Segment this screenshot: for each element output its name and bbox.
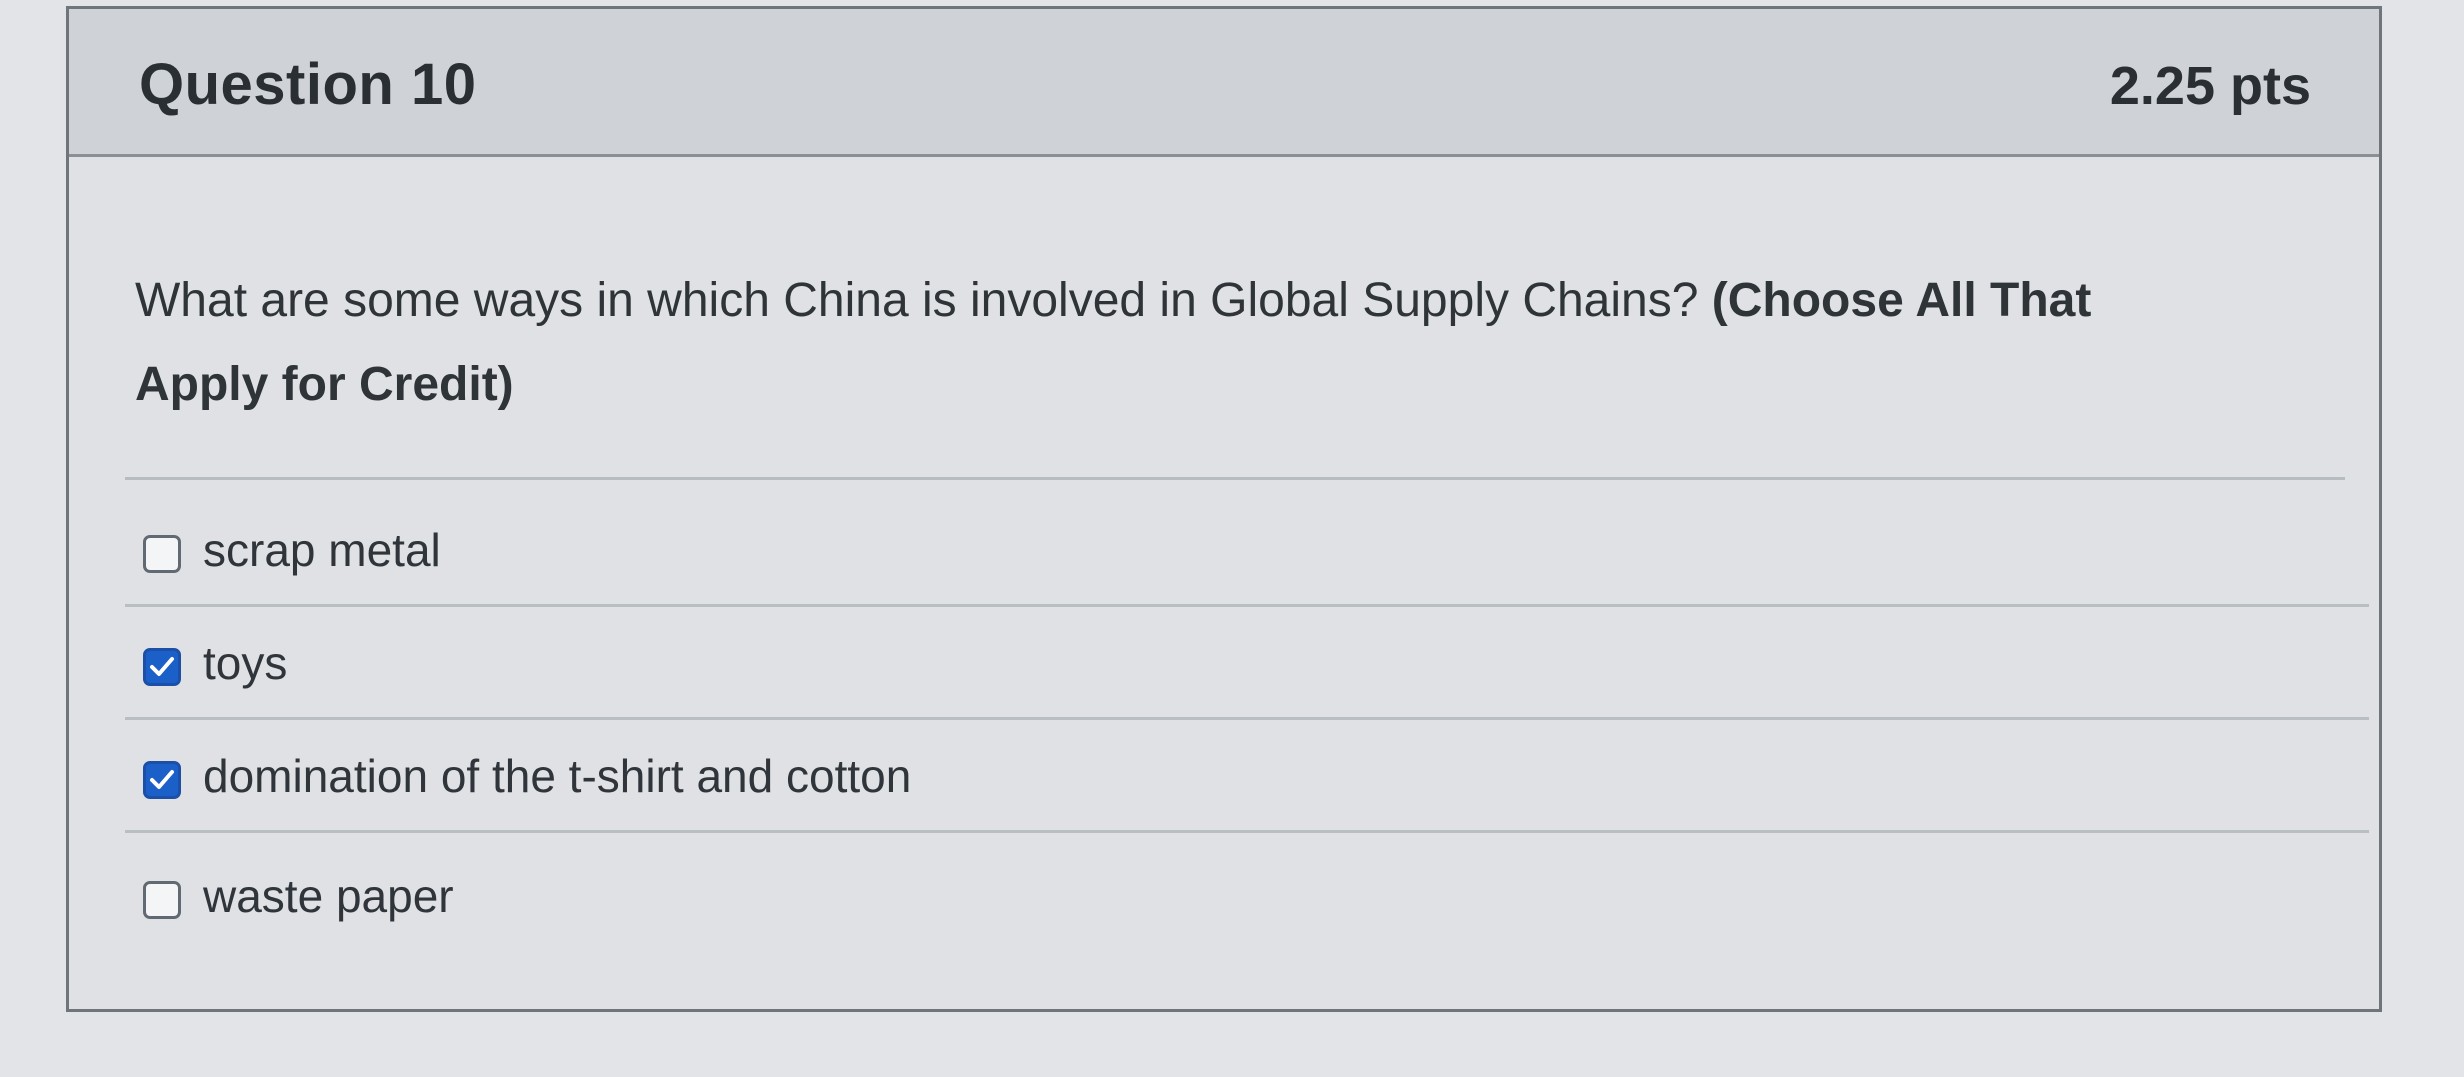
question-card: Question 10 2.25 pts What are some ways … bbox=[66, 6, 2382, 1012]
question-prompt: What are some ways in which China is inv… bbox=[135, 259, 2285, 427]
answer-label[interactable]: toys bbox=[203, 636, 287, 690]
checkbox[interactable] bbox=[143, 881, 181, 919]
checkmark-icon bbox=[150, 657, 174, 676]
question-instruction-part1: (Choose All That bbox=[1711, 274, 2092, 327]
question-points: 2.25 pts bbox=[2109, 56, 2311, 116]
checkmark-icon bbox=[150, 770, 174, 789]
answers-divider bbox=[125, 477, 2345, 480]
question-title: Question 10 bbox=[139, 52, 477, 117]
answer-label[interactable]: scrap metal bbox=[203, 523, 441, 577]
answer-option[interactable]: scrap metal bbox=[125, 497, 2369, 607]
checkbox-checked[interactable] bbox=[143, 648, 181, 686]
answer-label[interactable]: domination of the t-shirt and cotton bbox=[203, 749, 911, 803]
checkbox[interactable] bbox=[143, 535, 181, 573]
question-instruction-part2: Apply for Credit) bbox=[135, 358, 514, 411]
answer-option[interactable]: waste paper bbox=[125, 843, 2369, 953]
answer-label[interactable]: waste paper bbox=[203, 869, 454, 923]
question-text: What are some ways in which China is inv… bbox=[135, 274, 1699, 327]
answer-option[interactable]: domination of the t-shirt and cotton bbox=[125, 723, 2369, 833]
question-header: Question 10 2.25 pts bbox=[69, 9, 2379, 157]
checkbox-checked[interactable] bbox=[143, 761, 181, 799]
answer-option[interactable]: toys bbox=[125, 610, 2369, 720]
